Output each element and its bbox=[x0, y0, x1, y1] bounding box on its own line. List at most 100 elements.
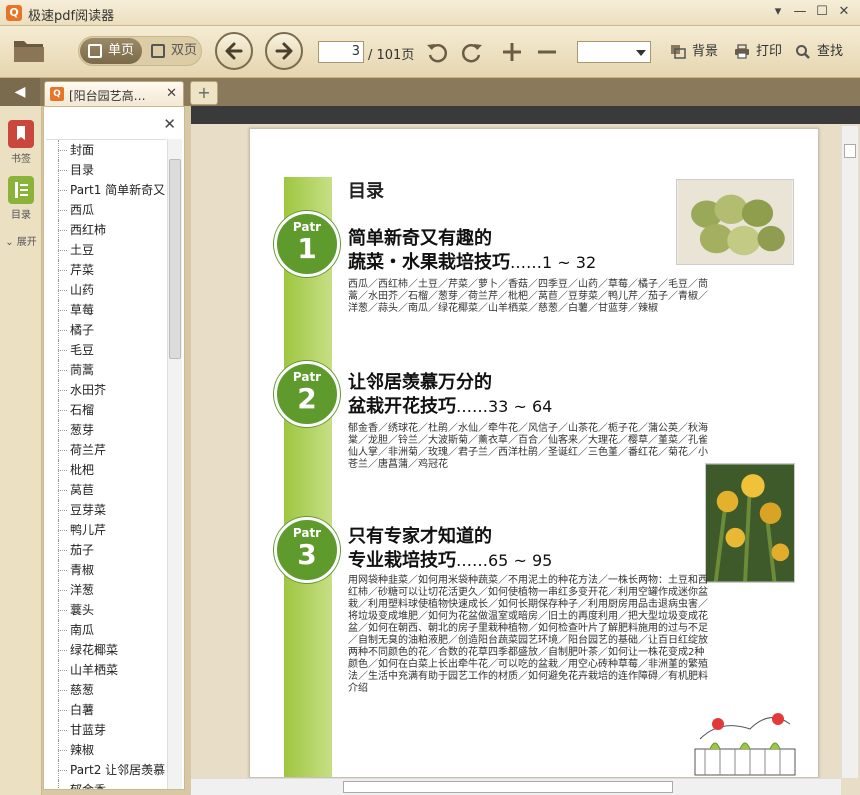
menu-dropdown-button[interactable]: ▾ bbox=[768, 3, 788, 21]
double-page-button[interactable]: 双页 bbox=[143, 38, 201, 64]
app-logo-icon: Q bbox=[6, 5, 22, 21]
part-desc-2: 郁金香／绣球花／杜鹃／水仙／牵牛花／风信子／山茶花／栀子花／蒲公英／秋海棠／龙胆… bbox=[348, 423, 708, 470]
outline-item[interactable]: 葱芽 bbox=[46, 420, 166, 440]
outline-item[interactable]: 目录 bbox=[46, 160, 166, 180]
outline-item[interactable]: 茄子 bbox=[46, 540, 166, 560]
part-heading-line2: 专业栽培技巧 bbox=[348, 550, 456, 571]
outline-item[interactable]: 水田芥 bbox=[46, 380, 166, 400]
outline-scroll-thumb[interactable] bbox=[169, 159, 181, 359]
single-page-label: 单页 bbox=[108, 43, 135, 58]
outline-item[interactable]: 洋葱 bbox=[46, 580, 166, 600]
outline-item[interactable]: 辣椒 bbox=[46, 740, 166, 760]
minimize-button[interactable]: — bbox=[790, 3, 810, 21]
outline-item[interactable]: Part2 让邻居羡慕 bbox=[46, 760, 166, 780]
outline-item[interactable]: Part1 简单新奇又有 bbox=[46, 180, 166, 200]
vegetable-photo bbox=[676, 179, 794, 265]
folder-icon[interactable] bbox=[12, 36, 46, 64]
outline-item[interactable]: 青椒 bbox=[46, 560, 166, 580]
toc-title: 目录 bbox=[348, 181, 384, 202]
outline-item[interactable]: 豆芽菜 bbox=[46, 500, 166, 520]
single-page-icon bbox=[88, 44, 102, 58]
vertical-scrollbar[interactable] bbox=[841, 126, 858, 778]
previous-page-button[interactable] bbox=[215, 32, 253, 70]
outline-item[interactable]: 封面 bbox=[46, 140, 166, 160]
single-page-button[interactable]: 单页 bbox=[80, 38, 142, 64]
outline-item[interactable]: 南瓜 bbox=[46, 620, 166, 640]
background-button[interactable]: 背景 bbox=[670, 43, 718, 61]
maximize-button[interactable]: ☐ bbox=[812, 3, 832, 21]
search-icon bbox=[796, 45, 810, 59]
part-heading-2: 让邻居羡慕万分的 盆栽开花技巧……33 ~ 64 bbox=[348, 371, 552, 419]
outline-item[interactable]: 荷兰芹 bbox=[46, 440, 166, 460]
part-desc-3: 用网袋种韭菜／如何用米袋种蔬菜／不用泥土的种花方法／一株长两物：土豆和西红柿／砂… bbox=[348, 575, 708, 694]
outline-item[interactable]: 西红柿 bbox=[46, 220, 166, 240]
collapse-sidebar-button[interactable]: ◀ bbox=[0, 78, 40, 106]
rotate-left-icon[interactable] bbox=[425, 40, 449, 64]
outline-item[interactable]: 石榴 bbox=[46, 400, 166, 420]
search-label: 查找 bbox=[817, 44, 844, 59]
outline-item[interactable]: 土豆 bbox=[46, 240, 166, 260]
outline-item[interactable]: 山羊栖菜 bbox=[46, 660, 166, 680]
outline-item[interactable]: 橘子 bbox=[46, 320, 166, 340]
outline-item[interactable]: 枇杷 bbox=[46, 460, 166, 480]
bookmark-tab[interactable]: 书签 bbox=[5, 120, 37, 165]
horizontal-scrollbar[interactable] bbox=[191, 778, 841, 795]
double-page-label: 双页 bbox=[171, 43, 198, 58]
balcony-illustration bbox=[694, 713, 796, 776]
page-number-input[interactable]: 3 bbox=[318, 41, 364, 63]
arrow-right-icon bbox=[275, 42, 293, 60]
part-heading-line2: 蔬菜・水果栽培技巧 bbox=[348, 252, 510, 273]
expand-button[interactable]: ⌄ 展开 bbox=[5, 233, 37, 248]
zoom-select[interactable] bbox=[577, 41, 651, 63]
horizontal-scroll-thumb[interactable] bbox=[343, 781, 673, 793]
zoom-out-icon[interactable] bbox=[535, 40, 559, 64]
close-panel-button[interactable]: ✕ bbox=[163, 115, 176, 133]
outline-item[interactable]: 毛豆 bbox=[46, 340, 166, 360]
double-page-icon bbox=[151, 44, 165, 58]
outline-item[interactable]: 慈葱 bbox=[46, 680, 166, 700]
outline-item[interactable]: 芹菜 bbox=[46, 260, 166, 280]
close-window-button[interactable]: ✕ bbox=[834, 3, 854, 21]
search-button[interactable]: 查找 bbox=[795, 43, 843, 61]
tab-document-label: [阳台园艺高… bbox=[69, 89, 146, 103]
outline-scrollbar[interactable] bbox=[167, 139, 182, 789]
new-tab-button[interactable]: + bbox=[190, 81, 218, 105]
expand-label: 展开 bbox=[16, 237, 37, 248]
printer-icon bbox=[735, 44, 749, 59]
print-button[interactable]: 打印 bbox=[734, 43, 782, 61]
outline-item[interactable]: 茼蒿 bbox=[46, 360, 166, 380]
outline-item[interactable]: 莴苣 bbox=[46, 480, 166, 500]
tab-document[interactable]: Q [阳台园艺高… ✕ bbox=[44, 81, 184, 106]
next-page-button[interactable] bbox=[265, 32, 303, 70]
outline-item[interactable]: 蘘头 bbox=[46, 600, 166, 620]
bookmark-label: 书签 bbox=[11, 154, 31, 165]
background-label: 背景 bbox=[692, 44, 719, 59]
background-icon bbox=[671, 45, 686, 59]
outline-item[interactable]: 郁金香 bbox=[46, 780, 166, 789]
app-title: 极速pdf阅读器 bbox=[28, 9, 115, 24]
viewer-top-edge bbox=[191, 106, 860, 124]
arrow-left-icon bbox=[225, 42, 243, 60]
pdf-page: 目录 Patr 1 简单新奇又有趣的 蔬菜・水果栽培技巧……1 ~ 32 西瓜／… bbox=[249, 128, 819, 778]
pdf-file-icon: Q bbox=[50, 87, 64, 101]
tab-bar: ◀ Q [阳台园艺高… ✕ + bbox=[0, 78, 860, 106]
part-heading-line1: 只有专家才知道的 bbox=[348, 526, 492, 547]
toc-tab[interactable]: 目录 bbox=[5, 176, 37, 221]
chevron-down-icon bbox=[636, 50, 646, 56]
outline-item[interactable]: 草莓 bbox=[46, 300, 166, 320]
outline-item[interactable]: 鸭儿芹 bbox=[46, 520, 166, 540]
outline-item[interactable]: 甘蓝芽 bbox=[46, 720, 166, 740]
rotate-right-icon[interactable] bbox=[460, 40, 484, 64]
part-number: 2 bbox=[297, 382, 317, 415]
vertical-scroll-thumb[interactable] bbox=[844, 144, 856, 158]
part-heading-line1: 让邻居羡慕万分的 bbox=[348, 372, 492, 393]
tab-close-button[interactable]: ✕ bbox=[166, 86, 177, 101]
outline-panel: ✕ 封面目录Part1 简单新奇又有西瓜西红柿土豆芹菜山药草莓橘子毛豆茼蒿水田芥… bbox=[43, 106, 185, 790]
outline-item[interactable]: 白薯 bbox=[46, 700, 166, 720]
zoom-in-icon[interactable] bbox=[500, 40, 524, 64]
part-heading-3: 只有专家才知道的 专业栽培技巧……65 ~ 95 bbox=[348, 525, 552, 573]
outline-item[interactable]: 山药 bbox=[46, 280, 166, 300]
outline-item[interactable]: 绿花椰菜 bbox=[46, 640, 166, 660]
part-badge-2: Patr 2 bbox=[274, 361, 340, 427]
outline-item[interactable]: 西瓜 bbox=[46, 200, 166, 220]
